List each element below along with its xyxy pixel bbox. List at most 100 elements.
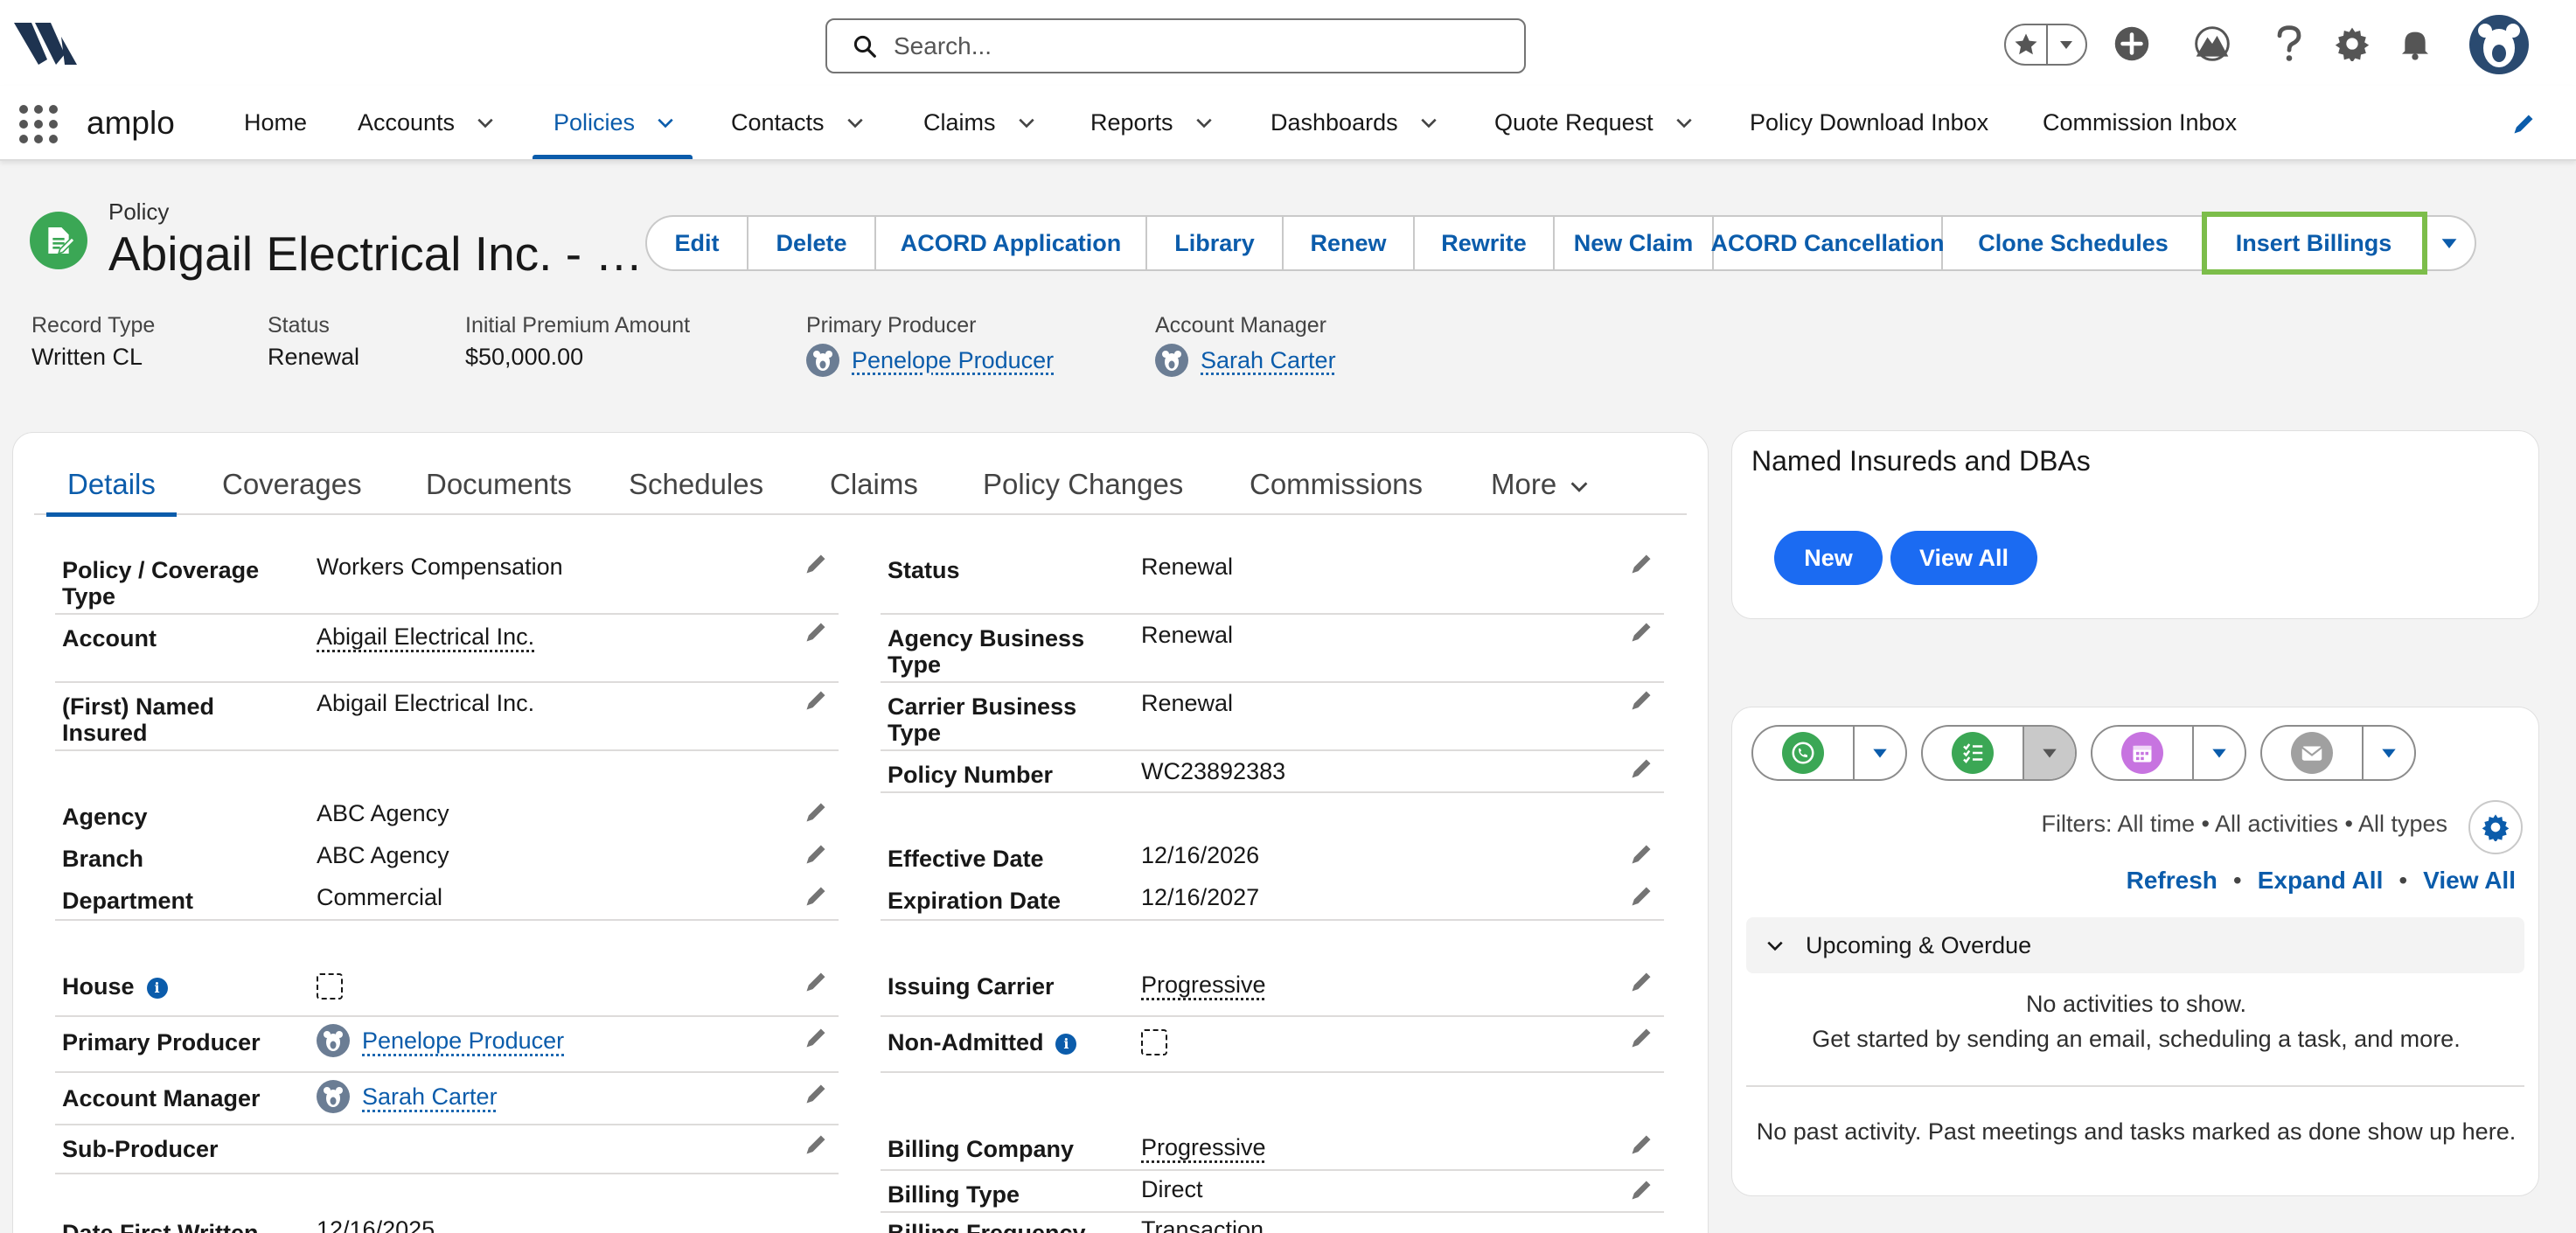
global-actions-button[interactable] — [2111, 23, 2153, 65]
pencil-icon[interactable] — [804, 884, 828, 909]
house-checkbox[interactable] — [317, 973, 343, 1000]
nav-item-quote-request[interactable]: Quote Request — [1494, 86, 1694, 159]
pencil-icon[interactable] — [804, 1026, 828, 1050]
pencil-icon[interactable] — [1629, 552, 1654, 576]
pencil-icon[interactable] — [1629, 884, 1654, 909]
new-event-control[interactable] — [2091, 725, 2246, 781]
nav-item-claims[interactable]: Claims — [923, 86, 1036, 159]
help-button[interactable] — [2268, 23, 2310, 65]
pencil-icon[interactable] — [1629, 756, 1654, 781]
pencil-icon[interactable] — [804, 1132, 828, 1157]
new-task-menu-button[interactable] — [2024, 727, 2075, 779]
amplo-logo-icon[interactable] — [12, 19, 82, 68]
nav-item-reports[interactable]: Reports — [1090, 86, 1214, 159]
pencil-icon[interactable] — [1629, 1132, 1654, 1157]
chevron-down-icon[interactable] — [656, 113, 675, 132]
log-call-button[interactable] — [1753, 727, 1855, 779]
account-manager-field-link[interactable]: Sarah Carter — [362, 1083, 498, 1110]
nav-item-policies[interactable]: Policies — [532, 86, 693, 159]
new-task-control[interactable] — [1921, 725, 2077, 781]
notifications-button[interactable] — [2394, 23, 2436, 65]
pencil-icon[interactable] — [804, 1082, 828, 1106]
tab-documents[interactable]: Documents — [426, 468, 572, 515]
email-button[interactable] — [2262, 727, 2364, 779]
info-icon[interactable]: i — [146, 977, 168, 999]
chevron-down-icon[interactable] — [1674, 113, 1694, 132]
favorites-control[interactable] — [2004, 24, 2087, 66]
tab-details[interactable]: Details — [46, 468, 177, 517]
pencil-icon[interactable] — [804, 970, 828, 994]
expand-all-link[interactable]: Expand All — [2258, 867, 2384, 894]
favorites-star-button[interactable] — [2006, 25, 2046, 64]
nav-item-policy-download-inbox[interactable]: Policy Download Inbox — [1750, 86, 1988, 159]
pencil-icon[interactable] — [804, 800, 828, 825]
issuing-carrier-link[interactable]: Progressive — [1141, 972, 1266, 998]
pencil-icon[interactable] — [1629, 620, 1654, 644]
library-button[interactable]: Library — [1147, 215, 1284, 271]
upcoming-overdue-section[interactable]: Upcoming & Overdue — [1746, 917, 2524, 973]
tab-claims[interactable]: Claims — [830, 468, 918, 515]
tab-schedules[interactable]: Schedules — [629, 468, 763, 515]
nav-item-contacts[interactable]: Contacts — [731, 86, 865, 159]
nav-item-commission-inbox[interactable]: Commission Inbox — [2043, 86, 2237, 159]
tab-coverages[interactable]: Coverages — [222, 468, 362, 515]
nav-item-accounts[interactable]: Accounts — [358, 86, 495, 159]
pencil-icon[interactable] — [1629, 842, 1654, 867]
chevron-down-icon[interactable] — [1194, 113, 1214, 132]
nav-item-dashboards[interactable]: Dashboards — [1271, 86, 1438, 159]
edit-nav-pencil-icon[interactable] — [2511, 112, 2536, 136]
new-task-button[interactable] — [1923, 727, 2024, 779]
rewrite-button[interactable]: Rewrite — [1415, 215, 1555, 271]
email-menu-button[interactable] — [2364, 727, 2414, 779]
account-link[interactable]: Abigail Electrical Inc. — [317, 623, 534, 650]
nav-item-home[interactable]: Home — [244, 86, 307, 159]
activity-settings-button[interactable] — [2468, 800, 2523, 854]
chevron-down-icon[interactable] — [846, 113, 865, 132]
acord-application-button[interactable]: ACORD Application — [876, 215, 1147, 271]
insert-billings-button[interactable]: Insert Billings — [2202, 212, 2427, 275]
pencil-icon[interactable] — [804, 620, 828, 644]
search-input[interactable] — [894, 31, 1488, 60]
log-call-menu-button[interactable] — [1855, 727, 1905, 779]
renew-button[interactable]: Renew — [1284, 215, 1415, 271]
new-event-menu-button[interactable] — [2194, 727, 2245, 779]
chevron-down-icon[interactable] — [1017, 113, 1036, 132]
new-event-button[interactable] — [2092, 727, 2194, 779]
edit-button[interactable]: Edit — [645, 215, 748, 271]
tab-commissions[interactable]: Commissions — [1250, 468, 1423, 515]
more-actions-button[interactable] — [2424, 215, 2476, 271]
pencil-icon[interactable] — [1629, 1178, 1654, 1202]
billing-company-link[interactable]: Progressive — [1141, 1134, 1266, 1160]
delete-button[interactable]: Delete — [748, 215, 876, 271]
favorites-menu-button[interactable] — [2045, 25, 2086, 64]
refresh-link[interactable]: Refresh — [2127, 867, 2217, 894]
log-call-control[interactable] — [1751, 725, 1907, 781]
checkbox-unchecked-icon[interactable] — [317, 973, 343, 1000]
new-claim-button[interactable]: New Claim — [1555, 215, 1714, 271]
view-all-named-insureds-button[interactable]: View All — [1890, 531, 2037, 585]
pencil-icon[interactable] — [804, 842, 828, 867]
pencil-icon[interactable] — [1629, 970, 1654, 994]
tab-more[interactable]: More — [1491, 468, 1590, 515]
pencil-icon[interactable] — [1629, 688, 1654, 713]
trailhead-button[interactable] — [2191, 23, 2233, 65]
info-icon[interactable]: i — [1055, 1033, 1077, 1055]
user-avatar[interactable] — [2469, 15, 2529, 74]
primary-producer-link[interactable]: Penelope Producer — [852, 347, 1054, 374]
primary-producer-field-link[interactable]: Penelope Producer — [362, 1028, 564, 1054]
acord-cancellation-button[interactable]: ACORD Cancellation — [1710, 215, 1945, 271]
email-control[interactable] — [2260, 725, 2416, 781]
checkbox-unchecked-icon[interactable] — [1141, 1029, 1167, 1055]
app-launcher-icon[interactable] — [19, 105, 58, 143]
pencil-icon[interactable] — [804, 688, 828, 713]
new-named-insured-button[interactable]: New — [1774, 531, 1883, 585]
clone-schedules-button[interactable]: Clone Schedules — [1943, 215, 2205, 271]
view-all-activity-link[interactable]: View All — [2423, 867, 2516, 894]
tab-policy-changes[interactable]: Policy Changes — [983, 468, 1183, 515]
setup-button[interactable] — [2331, 23, 2373, 65]
pencil-icon[interactable] — [1629, 1026, 1654, 1050]
pencil-icon[interactable] — [804, 552, 828, 576]
global-search[interactable] — [825, 18, 1526, 73]
chevron-down-icon[interactable] — [476, 113, 495, 132]
chevron-down-icon[interactable] — [1419, 113, 1438, 132]
